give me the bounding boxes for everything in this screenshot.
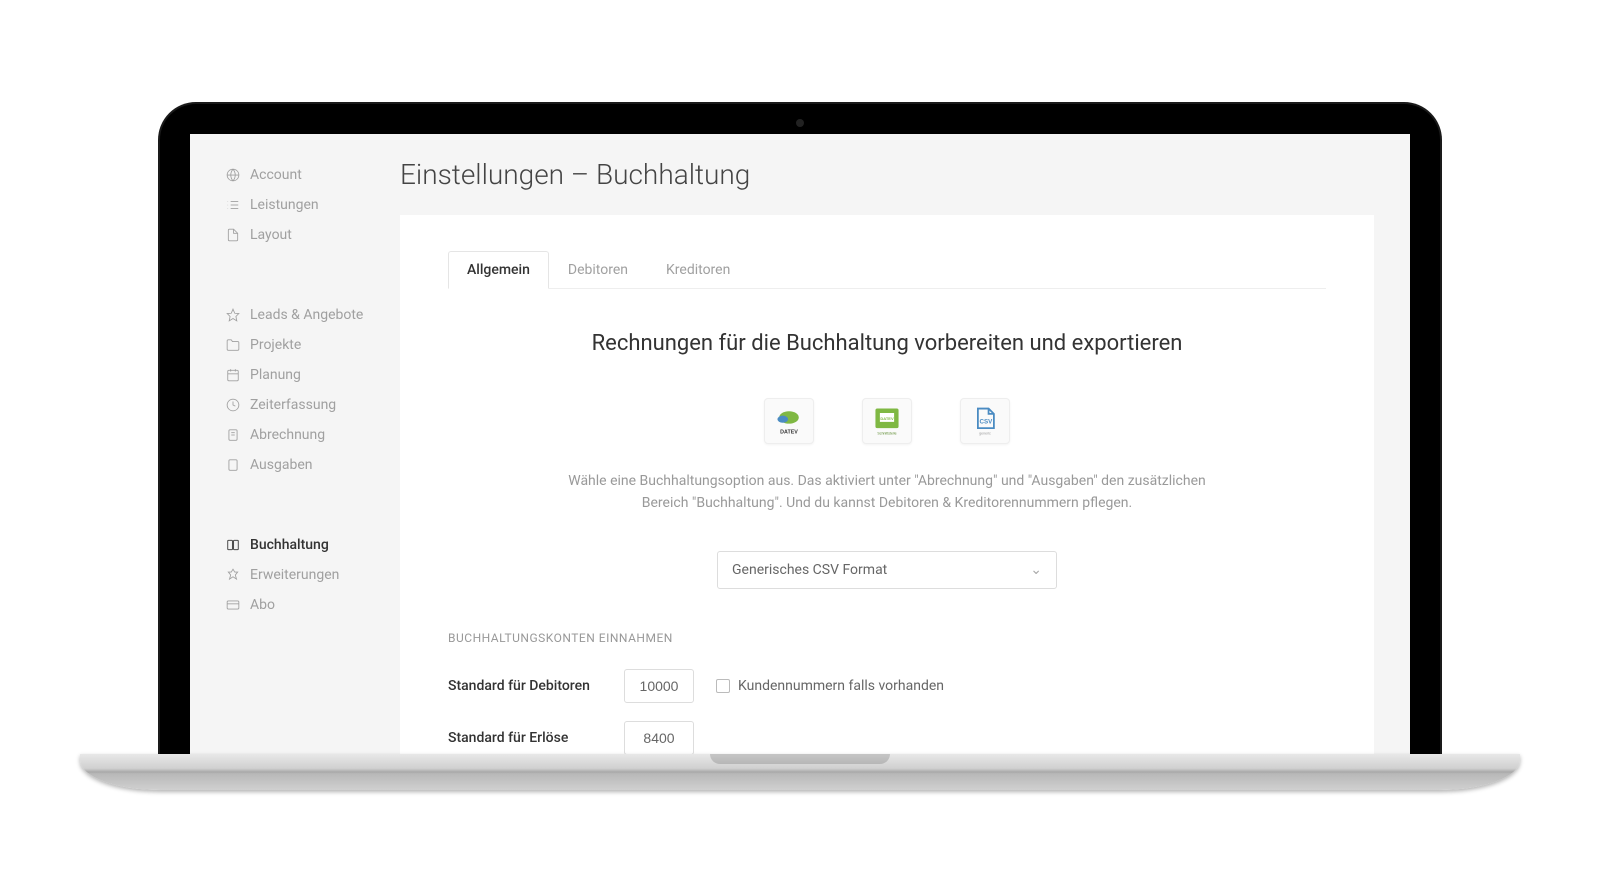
debitoren-label: Standard für Debitoren xyxy=(448,678,608,694)
sidebar-item-label: Buchhaltung xyxy=(250,537,329,553)
option-datev-schnittstelle[interactable]: DATEV Schnittstelle xyxy=(862,398,912,444)
tabs: Allgemein Debitoren Kreditoren xyxy=(448,251,1326,289)
export-option-cards: DATEV DATEV Schnittstelle xyxy=(448,398,1326,444)
content-heading: Rechnungen für die Buchhaltung vorbereit… xyxy=(448,331,1326,356)
sidebar-item-label: Zeiterfassung xyxy=(250,397,336,413)
sidebar-item-layout[interactable]: Layout xyxy=(190,220,400,250)
option-datev[interactable]: DATEV xyxy=(764,398,814,444)
sidebar-item-label: Erweiterungen xyxy=(250,567,339,583)
svg-text:Schnittstelle: Schnittstelle xyxy=(877,431,896,435)
calendar-icon xyxy=(226,368,240,382)
sidebar-item-ausgaben[interactable]: Ausgaben xyxy=(190,450,400,480)
erloese-input[interactable] xyxy=(624,721,694,754)
sidebar-group-3: Buchhaltung Erweiterungen xyxy=(190,520,400,630)
option-csv[interactable]: CSV generic xyxy=(960,398,1010,444)
main-content: Einstellungen – Buchhaltung Allgemein De… xyxy=(400,134,1410,754)
svg-text:DATEV: DATEV xyxy=(880,416,894,421)
sidebar-item-label: Ausgaben xyxy=(250,457,313,473)
sidebar-item-buchhaltung[interactable]: Buchhaltung xyxy=(190,530,400,560)
sidebar: Account Leistungen Layout xyxy=(190,134,400,754)
sidebar-item-planung[interactable]: Planung xyxy=(190,360,400,390)
section-label: BUCHHALTUNGSKONTEN EINNAHMEN xyxy=(448,631,1326,645)
svg-text:DATEV: DATEV xyxy=(780,429,798,435)
settings-card: Allgemein Debitoren Kreditoren Rechnunge… xyxy=(400,215,1374,754)
checkbox-icon xyxy=(716,679,730,693)
folder-icon xyxy=(226,338,240,352)
document-icon xyxy=(226,228,240,242)
sidebar-item-label: Projekte xyxy=(250,337,301,353)
sidebar-item-abo[interactable]: Abo xyxy=(190,590,400,620)
sidebar-item-label: Planung xyxy=(250,367,301,383)
option-description: Wähle eine Buchhaltungsoption aus. Das a… xyxy=(567,470,1207,515)
sidebar-item-abrechnung[interactable]: Abrechnung xyxy=(190,420,400,450)
checkbox-label: Kundennummern falls vorhanden xyxy=(738,678,944,694)
sidebar-item-label: Layout xyxy=(250,227,292,243)
row-debitoren: Standard für Debitoren Kundennummern fal… xyxy=(448,669,1326,703)
kundennummern-checkbox[interactable]: Kundennummern falls vorhanden xyxy=(716,678,944,694)
clock-icon xyxy=(226,398,240,412)
svg-text:CSV: CSV xyxy=(979,419,993,426)
tab-allgemein[interactable]: Allgemein xyxy=(448,251,549,289)
sidebar-item-zeiterfassung[interactable]: Zeiterfassung xyxy=(190,390,400,420)
receipt-icon xyxy=(226,428,240,442)
sidebar-item-leads[interactable]: Leads & Angebote xyxy=(190,300,400,330)
laptop-camera xyxy=(796,119,804,127)
svg-text:generic: generic xyxy=(979,431,991,435)
chevron-down-icon: ⌄ xyxy=(1030,562,1042,578)
sidebar-item-projekte[interactable]: Projekte xyxy=(190,330,400,360)
file-icon xyxy=(226,458,240,472)
card-icon xyxy=(226,598,240,612)
puzzle-icon xyxy=(226,568,240,582)
select-value: Generisches CSV Format xyxy=(732,562,887,578)
sidebar-group-2: Leads & Angebote Projekte xyxy=(190,290,400,490)
tab-debitoren[interactable]: Debitoren xyxy=(549,251,647,289)
sidebar-item-label: Leistungen xyxy=(250,197,319,213)
list-icon xyxy=(226,198,240,212)
globe-icon xyxy=(226,168,240,182)
sidebar-item-account[interactable]: Account xyxy=(190,160,400,190)
app: Account Leistungen Layout xyxy=(190,134,1410,754)
erloese-label: Standard für Erlöse xyxy=(448,730,608,746)
tab-kreditoren[interactable]: Kreditoren xyxy=(647,251,749,289)
sidebar-item-label: Leads & Angebote xyxy=(250,307,363,323)
columns-icon xyxy=(226,538,240,552)
debitoren-input[interactable] xyxy=(624,669,694,703)
sidebar-item-label: Abo xyxy=(250,597,275,613)
sidebar-item-erweiterungen[interactable]: Erweiterungen xyxy=(190,560,400,590)
sidebar-item-label: Account xyxy=(250,167,302,183)
page-title: Einstellungen – Buchhaltung xyxy=(400,134,1374,215)
format-select[interactable]: Generisches CSV Format ⌄ xyxy=(717,551,1057,589)
star-icon xyxy=(226,308,240,322)
laptop-frame: Account Leistungen Layout xyxy=(160,104,1440,790)
sidebar-item-label: Abrechnung xyxy=(250,427,325,443)
sidebar-group-1: Account Leistungen Layout xyxy=(190,150,400,260)
row-erloese: Standard für Erlöse xyxy=(448,721,1326,754)
sidebar-item-leistungen[interactable]: Leistungen xyxy=(190,190,400,220)
